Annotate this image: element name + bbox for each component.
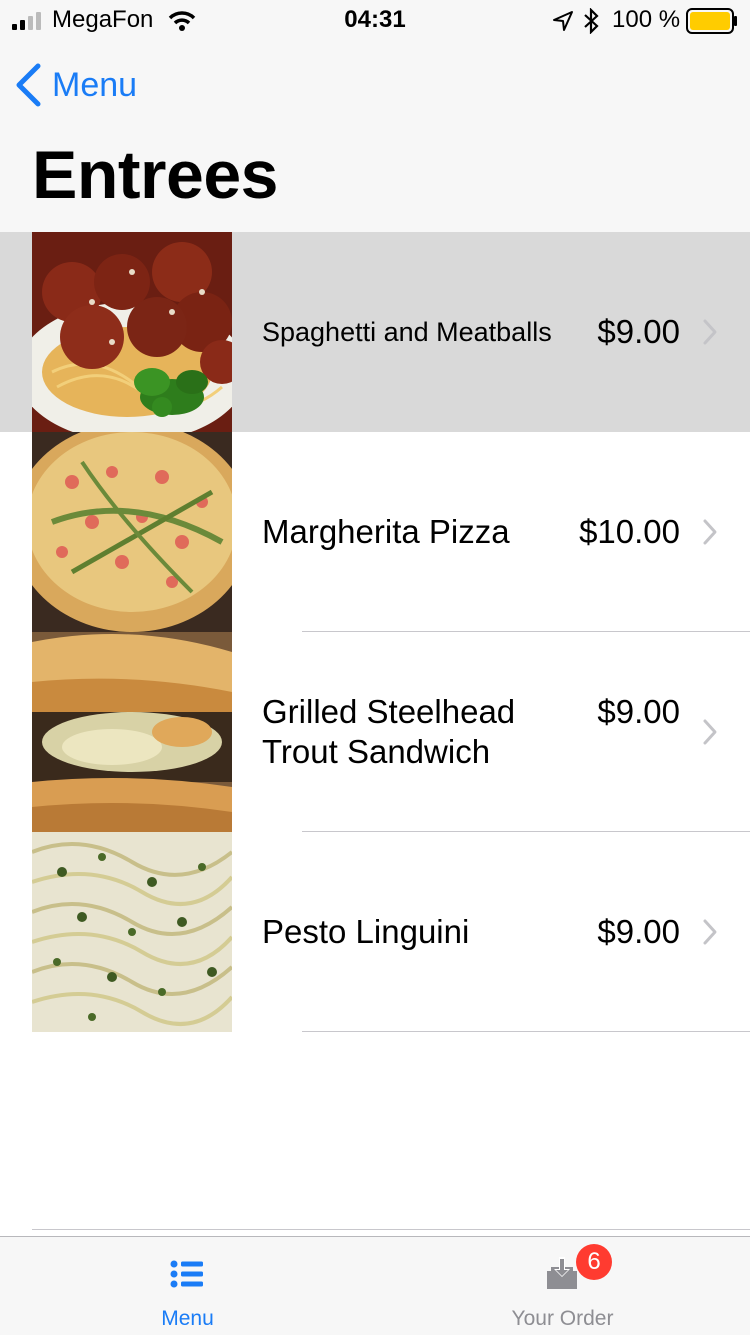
back-button[interactable]: Menu — [14, 62, 137, 108]
order-count-badge: 6 — [576, 1244, 612, 1280]
item-name: Grilled Steelhead Trout Sandwich — [262, 693, 516, 770]
tab-your-order[interactable]: Your Order — [375, 1237, 750, 1335]
list-item[interactable]: Grilled Steelhead Trout Sandwich $9.00 — [0, 632, 750, 832]
entree-list: Spaghetti and Meatballs $9.00 Margherita… — [0, 232, 750, 1032]
chevron-right-icon — [703, 319, 717, 345]
battery-percent: 100 % — [612, 6, 681, 33]
list-item[interactable]: Margherita Pizza $10.00 — [0, 432, 750, 632]
tab-your-order-label: Your Order — [511, 1307, 614, 1330]
trout-sandwich-photo — [32, 632, 232, 832]
spaghetti-meatballs-photo — [32, 232, 232, 432]
battery-icon — [686, 8, 737, 34]
back-button-label: Menu — [52, 65, 138, 104]
margherita-pizza-photo — [32, 432, 232, 632]
item-name: Margherita Pizza — [262, 513, 510, 550]
location-arrow-icon — [553, 11, 573, 31]
item-price: $10.00 — [579, 513, 680, 550]
chevron-right-icon — [703, 519, 717, 545]
pesto-linguini-photo — [32, 832, 232, 1032]
row-separator — [302, 1031, 750, 1032]
navigation-bar: Menu Entrees — [0, 40, 750, 233]
tab-menu[interactable]: Menu — [0, 1237, 375, 1335]
tab-menu-label: Menu — [161, 1307, 214, 1330]
bluetooth-icon — [584, 8, 599, 34]
item-name: Spaghetti and Meatballs — [262, 317, 552, 347]
item-price: $9.00 — [597, 913, 680, 950]
tab-bar: Menu Your Order — [0, 1236, 750, 1335]
item-name: Pesto Linguini — [262, 913, 470, 950]
item-price: $9.00 — [597, 313, 680, 350]
page-title: Entrees — [32, 137, 278, 213]
list-icon — [170, 1260, 203, 1288]
status-bar: MegaFon 04:31 100 % — [0, 0, 750, 40]
chevron-left-icon — [16, 63, 41, 107]
chevron-right-icon — [703, 919, 717, 945]
inbox-download-icon — [547, 1257, 577, 1289]
list-item[interactable]: Spaghetti and Meatballs $9.00 — [0, 232, 750, 432]
chevron-right-icon — [703, 719, 717, 745]
list-item[interactable]: Pesto Linguini $9.00 — [0, 832, 750, 1032]
list-bottom-separator — [32, 1229, 750, 1230]
item-price: $9.00 — [597, 693, 680, 730]
